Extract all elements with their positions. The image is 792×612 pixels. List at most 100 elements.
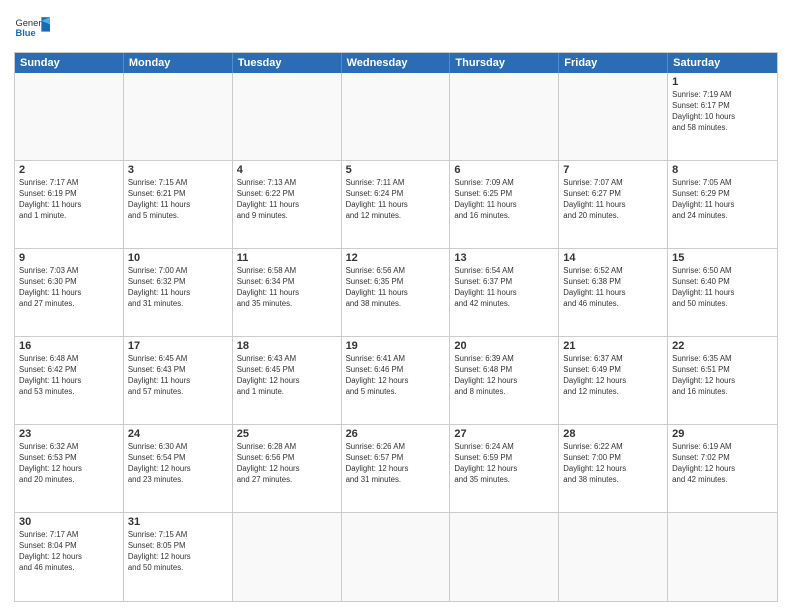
sun-info: Sunrise: 7:17 AM Sunset: 6:19 PM Dayligh… <box>19 178 119 222</box>
calendar-cell: 15Sunrise: 6:50 AM Sunset: 6:40 PM Dayli… <box>668 249 777 336</box>
calendar-cell: 12Sunrise: 6:56 AM Sunset: 6:35 PM Dayli… <box>342 249 451 336</box>
day-number: 10 <box>128 252 228 264</box>
sun-info: Sunrise: 6:39 AM Sunset: 6:48 PM Dayligh… <box>454 354 554 398</box>
sun-info: Sunrise: 6:30 AM Sunset: 6:54 PM Dayligh… <box>128 442 228 486</box>
day-number: 18 <box>237 340 337 352</box>
header-cell-saturday: Saturday <box>668 53 777 73</box>
calendar-cell <box>15 73 124 160</box>
calendar-cell: 2 Sunrise: 7:17 AM Sunset: 6:19 PM Daylig… <box>15 161 124 248</box>
day-number: 4 <box>237 164 337 176</box>
calendar-cell: 4 Sunrise: 7:13 AM Sunset: 6:22 PM Daylig… <box>233 161 342 248</box>
calendar: SundayMondayTuesdayWednesdayThursdayFrid… <box>14 52 778 602</box>
calendar-cell: 30 Sunrise: 7:17 AM Sunset: 8:04 PM Dayli… <box>15 513 124 601</box>
sun-info: Sunrise: 6:48 AM Sunset: 6:42 PM Dayligh… <box>19 354 119 398</box>
calendar-cell <box>233 513 342 601</box>
calendar-cell <box>559 513 668 601</box>
day-number: 9 <box>19 252 119 264</box>
sun-info: Sunrise: 7:17 AM Sunset: 8:04 PM Dayligh… <box>19 530 119 574</box>
calendar-cell: 3Sunrise: 7:15 AM Sunset: 6:21 PM Daylig… <box>124 161 233 248</box>
day-number: 3 <box>128 164 228 176</box>
header-cell-wednesday: Wednesday <box>342 53 451 73</box>
day-number: 13 <box>454 252 554 264</box>
calendar-row: 2 Sunrise: 7:17 AM Sunset: 6:19 PM Daylig… <box>15 161 777 249</box>
day-number: 26 <box>346 428 446 440</box>
sun-info: Sunrise: 6:52 AM Sunset: 6:38 PM Dayligh… <box>563 266 663 310</box>
calendar-cell: 17Sunrise: 6:45 AM Sunset: 6:43 PM Dayli… <box>124 337 233 424</box>
calendar-cell: 27 Sunrise: 6:24 AM Sunset: 6:59 PM Dayli… <box>450 425 559 512</box>
calendar-cell: 21Sunrise: 6:37 AM Sunset: 6:49 PM Dayli… <box>559 337 668 424</box>
sun-info: Sunrise: 6:37 AM Sunset: 6:49 PM Dayligh… <box>563 354 663 398</box>
day-number: 24 <box>128 428 228 440</box>
day-number: 31 <box>128 516 228 528</box>
calendar-row: 23 Sunrise: 6:32 AM Sunset: 6:53 PM Dayli… <box>15 425 777 513</box>
calendar-cell: 10 Sunrise: 7:00 AM Sunset: 6:32 PM Dayli… <box>124 249 233 336</box>
day-number: 27 <box>454 428 554 440</box>
calendar-cell: 16 Sunrise: 6:48 AM Sunset: 6:42 PM Dayli… <box>15 337 124 424</box>
calendar-cell <box>342 73 451 160</box>
day-number: 14 <box>563 252 663 264</box>
calendar-cell <box>559 73 668 160</box>
header-cell-friday: Friday <box>559 53 668 73</box>
logo: General Blue <box>14 10 50 46</box>
svg-text:Blue: Blue <box>15 28 35 38</box>
calendar-cell: 6Sunrise: 7:09 AM Sunset: 6:25 PM Daylig… <box>450 161 559 248</box>
sun-info: Sunrise: 7:19 AM Sunset: 6:17 PM Dayligh… <box>672 90 773 134</box>
sun-info: Sunrise: 6:56 AM Sunset: 6:35 PM Dayligh… <box>346 266 446 310</box>
day-number: 16 <box>19 340 119 352</box>
sun-info: Sunrise: 7:11 AM Sunset: 6:24 PM Dayligh… <box>346 178 446 222</box>
header-cell-sunday: Sunday <box>15 53 124 73</box>
day-number: 25 <box>237 428 337 440</box>
generalblue-logo-icon: General Blue <box>14 10 50 46</box>
day-number: 7 <box>563 164 663 176</box>
sun-info: Sunrise: 6:43 AM Sunset: 6:45 PM Dayligh… <box>237 354 337 398</box>
day-number: 17 <box>128 340 228 352</box>
calendar-cell: 9 Sunrise: 7:03 AM Sunset: 6:30 PM Daylig… <box>15 249 124 336</box>
header-cell-tuesday: Tuesday <box>233 53 342 73</box>
calendar-row: 1Sunrise: 7:19 AM Sunset: 6:17 PM Daylig… <box>15 73 777 161</box>
sun-info: Sunrise: 6:32 AM Sunset: 6:53 PM Dayligh… <box>19 442 119 486</box>
sun-info: Sunrise: 6:54 AM Sunset: 6:37 PM Dayligh… <box>454 266 554 310</box>
calendar-cell: 28 Sunrise: 6:22 AM Sunset: 7:00 PM Dayli… <box>559 425 668 512</box>
calendar-row: 30 Sunrise: 7:17 AM Sunset: 8:04 PM Dayli… <box>15 513 777 601</box>
header-cell-monday: Monday <box>124 53 233 73</box>
calendar-cell: 7 Sunrise: 7:07 AM Sunset: 6:27 PM Daylig… <box>559 161 668 248</box>
calendar-cell <box>450 513 559 601</box>
day-number: 22 <box>672 340 773 352</box>
day-number: 30 <box>19 516 119 528</box>
header-cell-thursday: Thursday <box>450 53 559 73</box>
day-number: 28 <box>563 428 663 440</box>
sun-info: Sunrise: 6:58 AM Sunset: 6:34 PM Dayligh… <box>237 266 337 310</box>
calendar-cell <box>233 73 342 160</box>
sun-info: Sunrise: 6:22 AM Sunset: 7:00 PM Dayligh… <box>563 442 663 486</box>
calendar-cell: 14 Sunrise: 6:52 AM Sunset: 6:38 PM Dayli… <box>559 249 668 336</box>
day-number: 20 <box>454 340 554 352</box>
calendar-cell: 24 Sunrise: 6:30 AM Sunset: 6:54 PM Dayli… <box>124 425 233 512</box>
sun-info: Sunrise: 6:24 AM Sunset: 6:59 PM Dayligh… <box>454 442 554 486</box>
day-number: 5 <box>346 164 446 176</box>
sun-info: Sunrise: 7:07 AM Sunset: 6:27 PM Dayligh… <box>563 178 663 222</box>
calendar-cell: 25 Sunrise: 6:28 AM Sunset: 6:56 PM Dayli… <box>233 425 342 512</box>
calendar-cell: 5 Sunrise: 7:11 AM Sunset: 6:24 PM Daylig… <box>342 161 451 248</box>
day-number: 2 <box>19 164 119 176</box>
calendar-cell <box>342 513 451 601</box>
calendar-row: 9 Sunrise: 7:03 AM Sunset: 6:30 PM Daylig… <box>15 249 777 337</box>
day-number: 8 <box>672 164 773 176</box>
calendar-cell: 20 Sunrise: 6:39 AM Sunset: 6:48 PM Dayli… <box>450 337 559 424</box>
day-number: 19 <box>346 340 446 352</box>
calendar-cell: 22Sunrise: 6:35 AM Sunset: 6:51 PM Dayli… <box>668 337 777 424</box>
sun-info: Sunrise: 6:28 AM Sunset: 6:56 PM Dayligh… <box>237 442 337 486</box>
day-number: 23 <box>19 428 119 440</box>
calendar-cell: 8Sunrise: 7:05 AM Sunset: 6:29 PM Daylig… <box>668 161 777 248</box>
day-number: 11 <box>237 252 337 264</box>
day-number: 15 <box>672 252 773 264</box>
sun-info: Sunrise: 7:13 AM Sunset: 6:22 PM Dayligh… <box>237 178 337 222</box>
sun-info: Sunrise: 7:00 AM Sunset: 6:32 PM Dayligh… <box>128 266 228 310</box>
sun-info: Sunrise: 6:41 AM Sunset: 6:46 PM Dayligh… <box>346 354 446 398</box>
sun-info: Sunrise: 6:26 AM Sunset: 6:57 PM Dayligh… <box>346 442 446 486</box>
sun-info: Sunrise: 6:19 AM Sunset: 7:02 PM Dayligh… <box>672 442 773 486</box>
sun-info: Sunrise: 7:03 AM Sunset: 6:30 PM Dayligh… <box>19 266 119 310</box>
calendar-cell <box>124 73 233 160</box>
calendar-cell: 26 Sunrise: 6:26 AM Sunset: 6:57 PM Dayli… <box>342 425 451 512</box>
calendar-body: 1Sunrise: 7:19 AM Sunset: 6:17 PM Daylig… <box>15 73 777 601</box>
sun-info: Sunrise: 7:09 AM Sunset: 6:25 PM Dayligh… <box>454 178 554 222</box>
